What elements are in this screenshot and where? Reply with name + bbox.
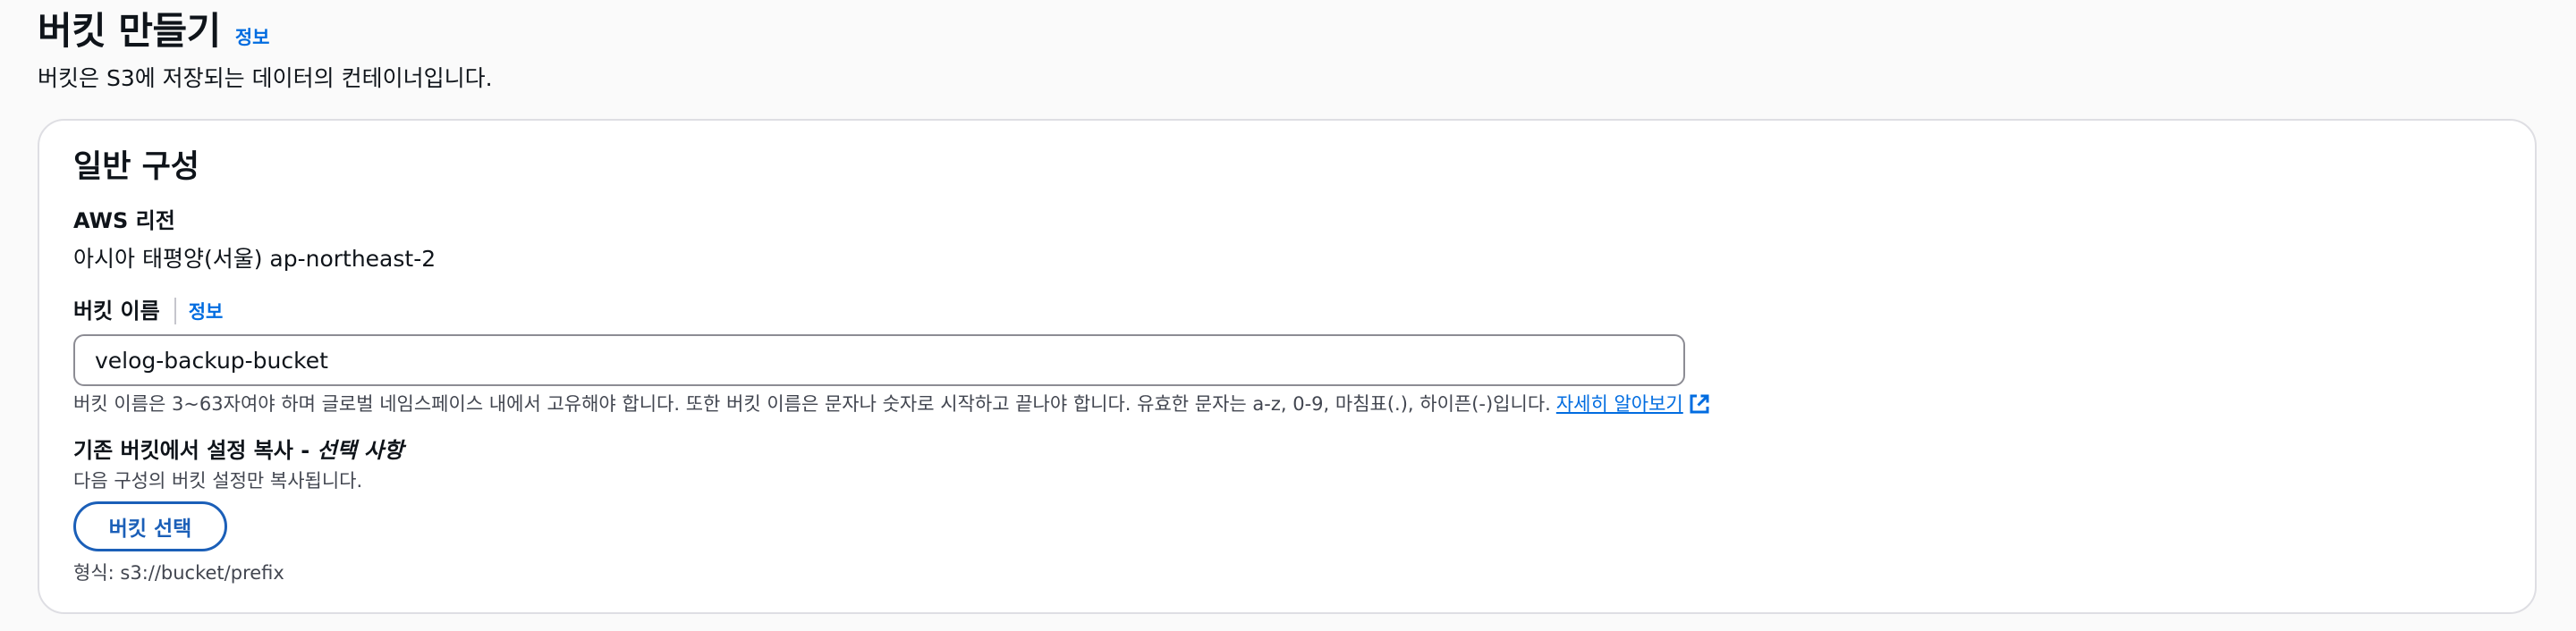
- region-label: AWS 리전: [73, 208, 175, 233]
- learn-more-link[interactable]: 자세히 알아보기: [1556, 389, 1710, 419]
- page-header: 버킷 만들기 정보 버킷은 S3에 저장되는 데이터의 컨테이너입니다.: [38, 5, 493, 95]
- bucket-name-info-link[interactable]: 정보: [189, 298, 224, 324]
- label-divider: [174, 298, 176, 324]
- copy-settings-label: 기존 버킷에서 설정 복사 - 선택 사항: [73, 435, 403, 466]
- general-config-panel: 일반 구성 AWS 리전 아시아 태평양(서울) ap-northeast-2 …: [38, 119, 2537, 614]
- bucket-name-label-row: 버킷 이름 정보: [73, 296, 223, 326]
- page-description: 버킷은 S3에 저장되는 데이터의 컨테이너입니다.: [38, 65, 493, 91]
- bucket-name-constraint: 버킷 이름은 3~63자여야 하며 글로벌 네임스페이스 내에서 고유해야 합니…: [73, 389, 1710, 419]
- page-info-link[interactable]: 정보: [235, 23, 270, 50]
- choose-bucket-button[interactable]: 버킷 선택: [73, 501, 227, 551]
- bucket-name-input[interactable]: [73, 334, 1685, 386]
- format-hint: 형식: s3://bucket/prefix: [73, 562, 284, 584]
- page-title: 버킷 만들기: [38, 9, 221, 53]
- optional-label: 선택 사항: [317, 438, 404, 463]
- external-link-icon: [1690, 394, 1709, 414]
- create-bucket-page: 버킷 만들기 정보 버킷은 S3에 저장되는 데이터의 컨테이너입니다. 일반 …: [0, 0, 2576, 631]
- learn-more-label: 자세히 알아보기: [1555, 393, 1683, 415]
- panel-title: 일반 구성: [73, 149, 199, 185]
- region-value: 아시아 태평양(서울) ap-northeast-2: [73, 246, 436, 272]
- bucket-name-label: 버킷 이름: [73, 299, 160, 324]
- copy-settings-description: 다음 구성의 버킷 설정만 복사됩니다.: [73, 470, 363, 492]
- title-row: 버킷 만들기 정보: [38, 5, 493, 57]
- constraint-text: 버킷 이름은 3~63자여야 하며 글로벌 네임스페이스 내에서 고유해야 합니…: [73, 393, 1551, 415]
- copy-settings-label-text: 기존 버킷에서 설정 복사 -: [73, 438, 318, 463]
